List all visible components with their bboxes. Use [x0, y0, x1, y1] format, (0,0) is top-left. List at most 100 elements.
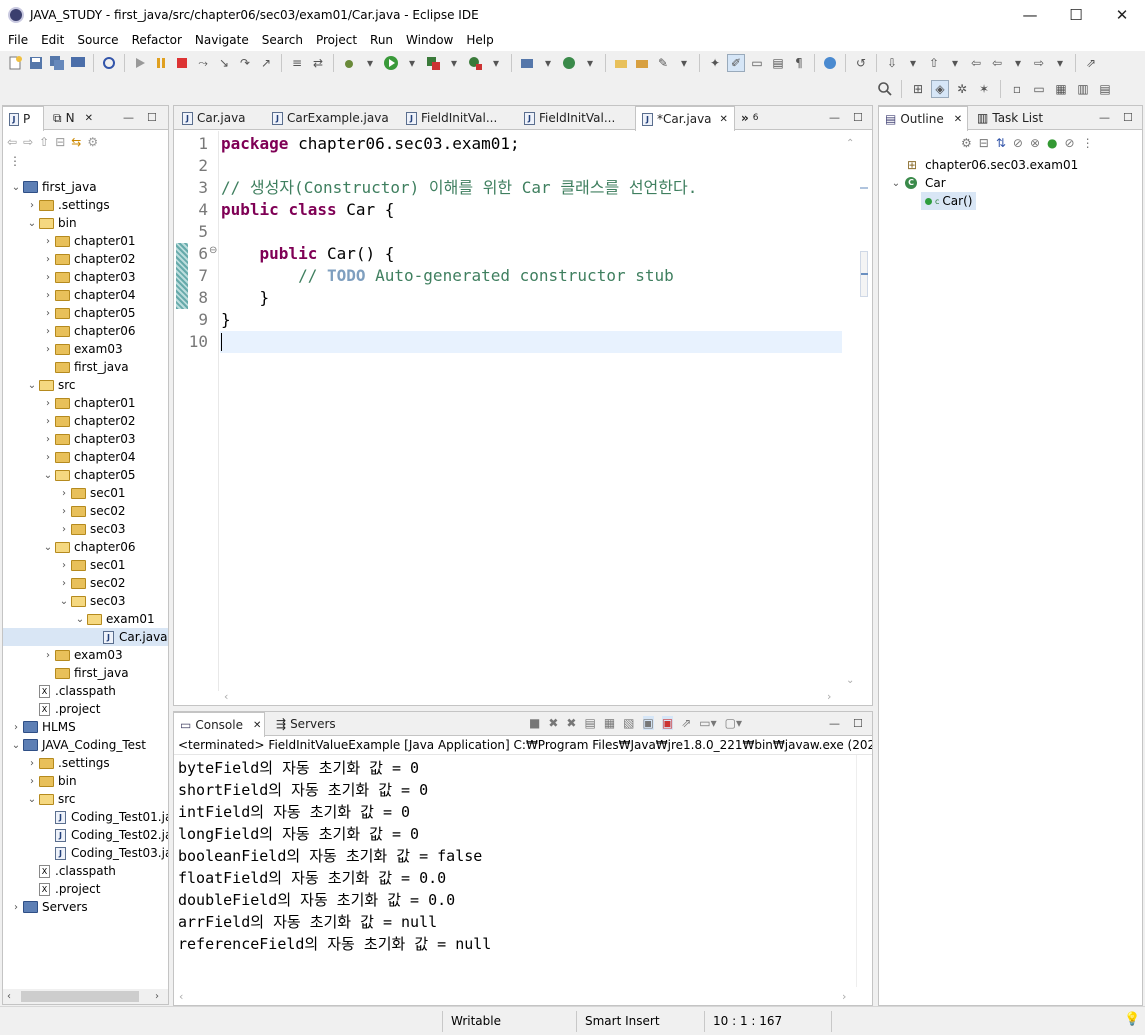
folder-node[interactable]: › chapter05	[3, 304, 135, 322]
chevron-right-icon[interactable]: ›	[57, 524, 71, 535]
maximize-view-icon[interactable]: ☐	[853, 717, 863, 730]
chevron-right-icon[interactable]: ›	[57, 488, 71, 499]
display-console-icon[interactable]: ▭▾	[699, 716, 716, 730]
show-on-stdout-icon[interactable]: ▣	[642, 716, 654, 730]
scroll-left-icon[interactable]: ‹	[179, 990, 183, 1003]
hide-static-icon[interactable]: ⊗	[1030, 136, 1040, 150]
disconnect-icon[interactable]: ⤳	[194, 54, 212, 72]
annotation-icon[interactable]: ✦	[706, 54, 724, 72]
maximize-editor-icon[interactable]: ☐	[853, 111, 863, 124]
code-line[interactable]: // 생성자(Constructor) 이해를 위한 Car 클래스를 선언한다…	[221, 177, 697, 199]
maximize-view-icon[interactable]: ☐	[147, 111, 157, 124]
external-tools-icon[interactable]	[466, 54, 484, 72]
restore-icon[interactable]: ▫	[1008, 80, 1026, 98]
terminate-icon[interactable]	[173, 54, 191, 72]
chevron-down-icon[interactable]: ⌄	[25, 218, 39, 229]
forward-dropdown-icon[interactable]: ▾	[1051, 54, 1069, 72]
chevron-right-icon[interactable]: ›	[41, 434, 55, 445]
config-file-node[interactable]: X .classpath	[3, 682, 116, 700]
drop-to-frame-icon[interactable]: ≡	[288, 54, 306, 72]
folder-node[interactable]: › sec03	[3, 520, 126, 538]
layout-icon[interactable]: ▭	[1030, 80, 1048, 98]
open-perspective-icon[interactable]: ⊞	[909, 80, 927, 98]
menu-help[interactable]: Help	[458, 31, 498, 51]
view-menu-icon[interactable]: ⋮	[1082, 136, 1094, 150]
console-horizontal-scrollbar[interactable]: ‹ ›	[174, 990, 856, 1005]
minimize-view-icon[interactable]: —	[123, 111, 134, 124]
menu-source[interactable]: Source	[69, 31, 123, 51]
external-tools-dropdown-icon[interactable]: ▾	[487, 54, 505, 72]
folder-node[interactable]: › chapter04	[3, 448, 135, 466]
terminate-icon[interactable]: ■	[529, 716, 540, 730]
chevron-down-icon[interactable]: ⌄	[41, 542, 55, 553]
tip-lightbulb-icon[interactable]: 💡	[1124, 1012, 1140, 1027]
folder-node[interactable]: ⌄ src	[3, 376, 76, 394]
chevron-down-icon[interactable]: ⌄	[41, 470, 55, 481]
folder-node[interactable]: › chapter04	[3, 286, 135, 304]
hide-nonpublic-icon[interactable]: ●	[1047, 136, 1057, 150]
chevron-right-icon[interactable]: ›	[9, 902, 23, 913]
report-icon[interactable]: ▤	[1096, 80, 1114, 98]
chevron-right-icon[interactable]: ›	[41, 650, 55, 661]
close-tab-icon[interactable]: ✕	[253, 720, 261, 731]
maximize-button[interactable]: ☐	[1053, 0, 1099, 31]
java-file-node[interactable]: J Coding_Test01.ja	[3, 808, 168, 826]
save-all-icon[interactable]	[48, 54, 66, 72]
folder-node[interactable]: › chapter01	[3, 394, 135, 412]
folder-node[interactable]: ⌄ exam01	[3, 610, 155, 628]
chevron-right-icon[interactable]: ›	[25, 758, 39, 769]
step-over-icon[interactable]: ↷	[236, 54, 254, 72]
folder-node[interactable]: first_java	[3, 664, 129, 682]
run-dropdown-icon[interactable]: ▾	[403, 54, 421, 72]
pin-editor-icon[interactable]: ⇗	[1082, 54, 1100, 72]
scroll-right-icon[interactable]: ›	[827, 690, 831, 703]
console-output[interactable]: byteField의 자동 초기화 값 = 0 shortField의 자동 초기…	[174, 754, 872, 984]
folder-node[interactable]: ⌄ chapter05	[3, 466, 136, 484]
collapse-all-icon[interactable]: ⊟	[979, 136, 989, 150]
back-icon[interactable]: ⇦	[988, 54, 1006, 72]
chevron-right-icon[interactable]: ›	[57, 506, 71, 517]
chevron-right-icon[interactable]: ›	[41, 344, 55, 355]
folder-node[interactable]: › sec02	[3, 574, 126, 592]
maximize-view-icon[interactable]: ☐	[1123, 111, 1133, 124]
new-class-icon[interactable]	[560, 54, 578, 72]
folder-node[interactable]: › bin	[3, 772, 77, 790]
chevron-down-icon[interactable]: ⌄	[9, 740, 23, 751]
folder-node[interactable]: › sec01	[3, 556, 126, 574]
scroll-down-icon[interactable]: ⌄	[846, 675, 854, 686]
previous-annotation-icon[interactable]: ⇧	[925, 54, 943, 72]
close-tab-icon[interactable]: ✕	[954, 114, 962, 125]
menu-navigate[interactable]: Navigate	[187, 31, 254, 51]
show-whitespace-icon[interactable]: ▤	[769, 54, 787, 72]
folder-node[interactable]: › chapter01	[3, 232, 135, 250]
new-java-project-dropdown-icon[interactable]: ▾	[539, 54, 557, 72]
minimize-view-icon[interactable]: —	[829, 717, 840, 730]
clear-console-icon[interactable]: ▤	[584, 716, 595, 730]
previous-annotation-dropdown-icon[interactable]: ▾	[946, 54, 964, 72]
debug-icon[interactable]	[340, 54, 358, 72]
up-nav-icon[interactable]: ⇧	[39, 135, 49, 149]
folder-node[interactable]: › sec01	[3, 484, 126, 502]
config-file-node[interactable]: X .classpath	[3, 862, 116, 880]
minimize-editor-icon[interactable]: —	[829, 111, 840, 124]
tab-package-explorer[interactable]: JP	[2, 106, 44, 131]
folder-node[interactable]: › chapter03	[3, 430, 135, 448]
pilcrow-icon[interactable]: ¶	[790, 54, 808, 72]
scroll-left-icon[interactable]: ‹	[7, 991, 11, 1002]
tab-fieldinitval-2[interactable]: J FieldInitVal...	[518, 106, 621, 130]
filter-icon[interactable]: ⚙	[87, 135, 98, 149]
last-location-icon[interactable]: ⇦	[967, 54, 985, 72]
editor-horizontal-scrollbar[interactable]: ‹ ›	[219, 689, 842, 705]
open-console-icon[interactable]: ▢▾	[725, 716, 742, 730]
menu-file[interactable]: File	[0, 31, 33, 51]
scroll-up-icon[interactable]: ⌃	[846, 138, 854, 149]
tab-fieldinitval-1[interactable]: J FieldInitVal...	[400, 106, 503, 130]
folder-node[interactable]: ⌄ sec03	[3, 592, 126, 610]
menu-run[interactable]: Run	[362, 31, 398, 51]
folder-node[interactable]: first_java	[3, 358, 129, 376]
debug-perspective-icon[interactable]: ✲	[953, 80, 971, 98]
chevron-down-icon[interactable]: ⌄	[25, 794, 39, 805]
minimize-view-icon[interactable]: —	[1099, 111, 1110, 124]
hide-local-types-icon[interactable]: ⊘	[1065, 136, 1075, 150]
chevron-down-icon[interactable]: ⌄	[25, 380, 39, 391]
